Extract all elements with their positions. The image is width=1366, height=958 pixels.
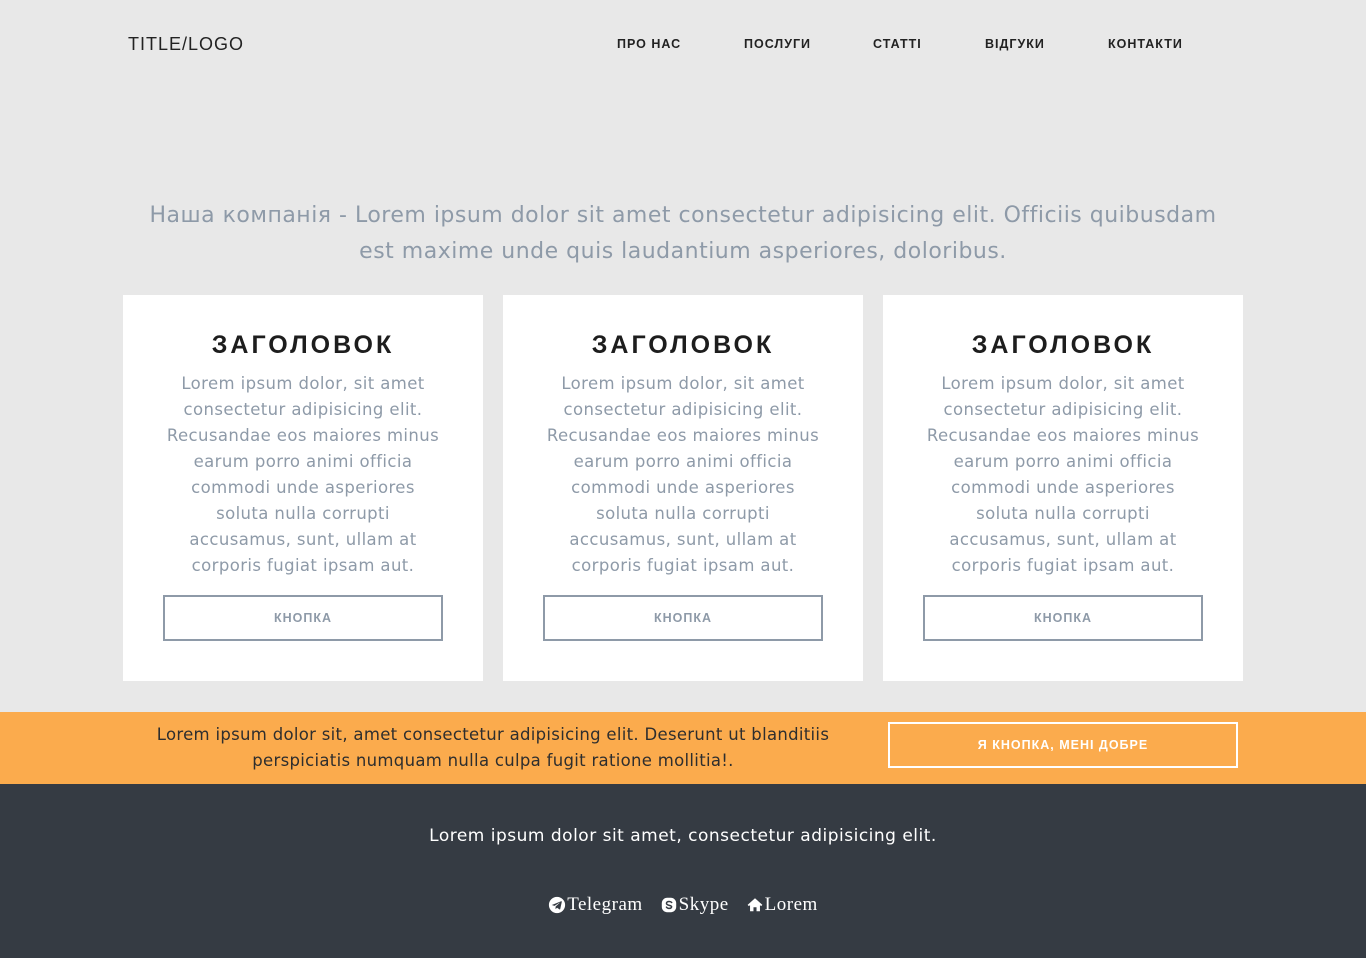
home-icon	[747, 898, 763, 912]
feature-card: ЗАГОЛОВОК Lorem ipsum dolor, sit amet co…	[123, 295, 483, 681]
banner-text: Lorem ipsum dolor sit, amet consectetur …	[156, 725, 830, 770]
skype-link[interactable]: Skype	[660, 894, 729, 916]
call-to-action-banner: Lorem ipsum dolor sit, amet consectetur …	[0, 712, 1366, 784]
skype-icon	[661, 897, 676, 913]
telegram-icon	[549, 896, 566, 914]
card-button[interactable]: КНОПКА	[923, 595, 1203, 641]
skype-label: Skype	[678, 894, 729, 915]
card-text: Lorem ipsum dolor, sit amet consectetur …	[926, 374, 1200, 575]
home-link[interactable]: Lorem	[746, 894, 818, 916]
card-title: ЗАГОЛОВОК	[211, 331, 395, 359]
card-button[interactable]: КНОПКА	[163, 595, 443, 641]
card-text: Lorem ipsum dolor, sit amet consectetur …	[166, 374, 440, 575]
social-links: Telegram Skype Lorem	[0, 894, 1366, 916]
nav-item-reviews[interactable]: ВІДГУКИ	[985, 37, 1045, 51]
card-text: Lorem ipsum dolor, sit amet consectetur …	[546, 374, 820, 575]
site-logo[interactable]: TITLE/LOGO	[128, 34, 244, 55]
telegram-label: Telegram	[567, 894, 643, 915]
site-header: TITLE/LOGO ПРО НАС ПОСЛУГИ СТАТТІ ВІДГУК…	[0, 0, 1366, 88]
home-label: Lorem	[764, 894, 818, 915]
nav-item-articles[interactable]: СТАТТІ	[873, 37, 922, 51]
feature-card: ЗАГОЛОВОК Lorem ipsum dolor, sit amet co…	[883, 295, 1243, 681]
card-title: ЗАГОЛОВОК	[971, 331, 1155, 359]
telegram-link[interactable]: Telegram	[548, 894, 642, 916]
intro-line-2: est maxime unde quis laudantium asperior…	[359, 239, 1007, 264]
site-footer: Lorem ipsum dolor sit amet, consectetur …	[0, 784, 1366, 958]
footer-text: Lorem ipsum dolor sit amet, consectetur …	[429, 826, 937, 846]
nav-item-about[interactable]: ПРО НАС	[617, 37, 681, 51]
intro-text: Наша компанія - Lorem ipsum dolor sit am…	[100, 198, 1266, 270]
card-title: ЗАГОЛОВОК	[591, 331, 775, 359]
feature-card: ЗАГОЛОВОК Lorem ipsum dolor, sit amet co…	[503, 295, 863, 681]
banner-button[interactable]: Я КНОПКА, МЕНІ ДОБРЕ	[888, 722, 1238, 768]
card-button[interactable]: КНОПКА	[543, 595, 823, 641]
intro-line-1: Наша компанія - Lorem ipsum dolor sit am…	[149, 203, 1217, 228]
nav-item-services[interactable]: ПОСЛУГИ	[744, 37, 811, 51]
nav-item-contacts[interactable]: КОНТАКТИ	[1108, 37, 1183, 51]
